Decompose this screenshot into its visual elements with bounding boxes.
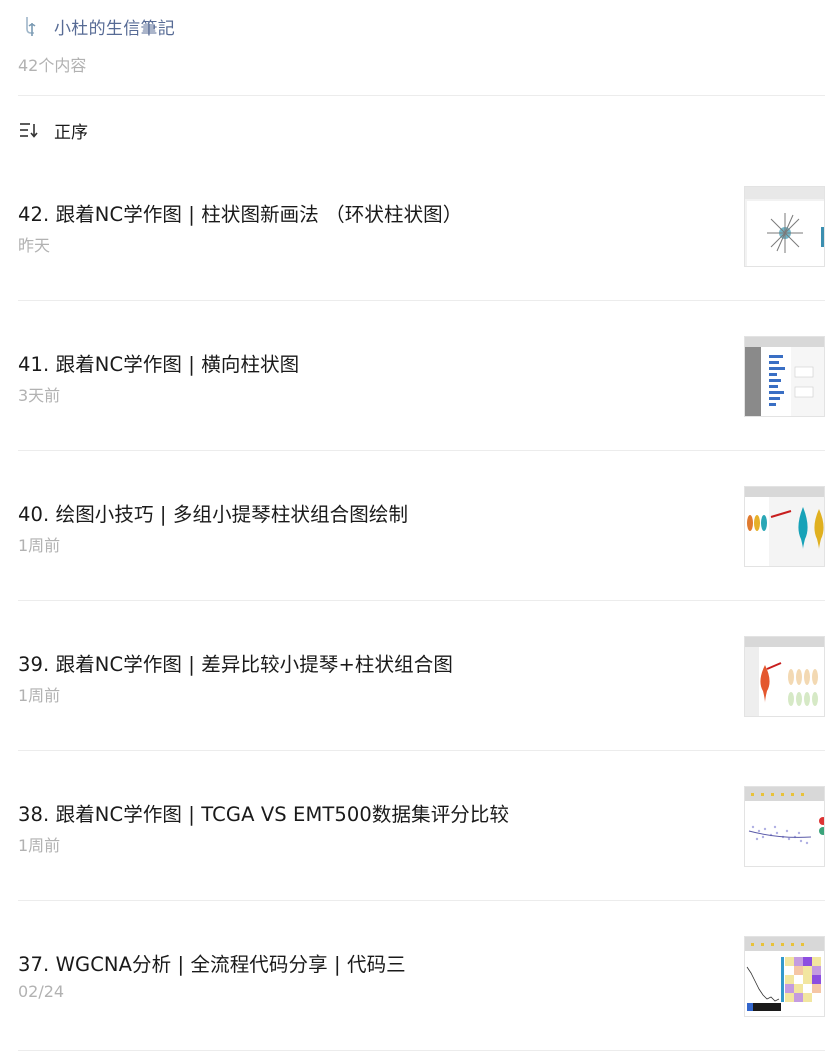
article-thumbnail[interactable] <box>744 336 825 417</box>
article-thumbnail[interactable] <box>744 186 825 267</box>
article-divider <box>18 450 825 451</box>
article-date: 1周前 <box>18 836 61 855</box>
article-title[interactable]: 39. 跟着NC学作图 | 差异比较小提琴+柱状组合图 <box>18 648 453 677</box>
article-item[interactable]: 42. 跟着NC学作图 | 柱状图新画法 （环状柱状图） 昨天 <box>18 186 825 336</box>
sort-order-icon <box>20 123 38 138</box>
article-thumbnail[interactable] <box>744 936 825 1017</box>
article-divider <box>18 600 825 601</box>
article-item[interactable]: 37. WGCNA分析 | 全流程代码分享 | 代码三 02/24 <box>18 936 825 1058</box>
article-date: 02/24 <box>18 982 65 1001</box>
article-thumbnail[interactable] <box>744 486 825 567</box>
album-icon <box>26 17 36 36</box>
article-date: 3天前 <box>18 386 61 405</box>
scatter-comparison-thumbnail <box>745 787 824 866</box>
article-divider <box>18 750 825 751</box>
horizontal-bar-chart-thumbnail <box>745 337 824 416</box>
article-thumbnail[interactable] <box>744 786 825 867</box>
article-item[interactable]: 41. 跟着NC学作图 | 横向柱状图 3天前 <box>18 336 825 486</box>
sort-label: 正序 <box>54 122 88 143</box>
article-title[interactable]: 40. 绘图小技巧 | 多组小提琴柱状组合图绘制 <box>18 498 408 527</box>
article-divider <box>18 900 825 901</box>
circular-bar-chart-thumbnail <box>745 187 824 266</box>
article-date: 昨天 <box>18 236 51 255</box>
violin-diff-thumbnail <box>745 637 824 716</box>
article-divider <box>18 300 825 301</box>
article-divider <box>18 1050 825 1051</box>
sort-toggle[interactable]: 正序 <box>18 116 88 144</box>
album-header: 小杜的生信筆記 42个内容 <box>18 10 825 75</box>
article-title[interactable]: 37. WGCNA分析 | 全流程代码分享 | 代码三 <box>18 948 406 977</box>
article-thumbnail[interactable] <box>744 636 825 717</box>
article-date: 1周前 <box>18 686 61 705</box>
header-divider <box>18 95 825 96</box>
wgcna-heatmap-thumbnail <box>745 937 824 1016</box>
article-title[interactable]: 42. 跟着NC学作图 | 柱状图新画法 （环状柱状图） <box>18 198 462 227</box>
album-name[interactable]: 小杜的生信筆記 <box>54 14 175 39</box>
article-title[interactable]: 41. 跟着NC学作图 | 横向柱状图 <box>18 348 299 377</box>
article-count: 42个内容 <box>18 56 87 75</box>
violin-bar-combo-thumbnail <box>745 487 824 566</box>
album-link[interactable]: 小杜的生信筆記 <box>18 10 825 42</box>
article-item[interactable]: 38. 跟着NC学作图 | TCGA VS EMT500数据集评分比较 1周前 <box>18 786 825 936</box>
article-item[interactable]: 40. 绘图小技巧 | 多组小提琴柱状组合图绘制 1周前 <box>18 486 825 636</box>
article-item[interactable]: 39. 跟着NC学作图 | 差异比较小提琴+柱状组合图 1周前 <box>18 636 825 786</box>
article-title[interactable]: 38. 跟着NC学作图 | TCGA VS EMT500数据集评分比较 <box>18 798 509 827</box>
article-date: 1周前 <box>18 536 61 555</box>
